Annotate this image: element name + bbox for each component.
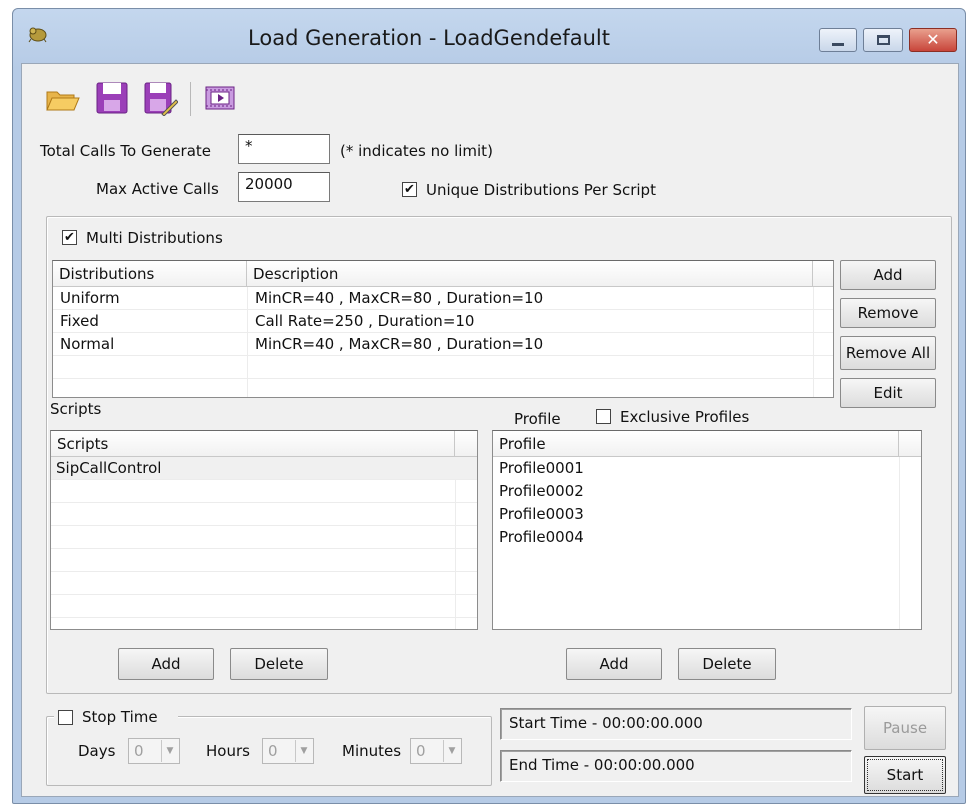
days-value: 0	[134, 742, 144, 760]
maximize-button[interactable]	[863, 28, 903, 52]
hours-value: 0	[268, 742, 278, 760]
close-icon: ✕	[926, 30, 940, 49]
stop-time-checkbox[interactable]	[58, 710, 73, 725]
distribution-description: Call Rate=250 , Duration=10	[255, 312, 475, 330]
table-row[interactable]: Profile0003	[493, 503, 921, 526]
profile-name: Profile0001	[499, 459, 584, 477]
add-profile-button[interactable]: Add	[566, 648, 662, 680]
title-bar[interactable]: Load Generation - LoadGendefault ✕	[13, 9, 965, 63]
chevron-down-icon: ▼	[443, 740, 460, 762]
minutes-value: 0	[416, 742, 426, 760]
exclusive-profiles-checkbox[interactable]	[596, 409, 611, 424]
table-row[interactable]: Uniform MinCR=40 , MaxCR=80 , Duration=1…	[53, 287, 833, 310]
checkmark-icon: ✔	[404, 182, 415, 197]
minutes-label: Minutes	[342, 742, 402, 760]
table-row	[51, 526, 477, 549]
start-time-display: Start Time - 00:00:00.000	[500, 708, 852, 740]
days-select[interactable]: 0 ▼	[128, 738, 180, 764]
distribution-description: MinCR=40 , MaxCR=80 , Duration=10	[255, 335, 544, 353]
column-description[interactable]: Description	[247, 261, 813, 287]
delete-script-button[interactable]: Delete	[230, 648, 328, 680]
save-as-icon[interactable]	[142, 80, 178, 116]
table-row[interactable]: Profile0002	[493, 480, 921, 503]
chevron-down-icon: ▼	[295, 740, 312, 762]
table-row[interactable]: Normal MinCR=40 , MaxCR=80 , Duration=10	[53, 333, 833, 356]
chevron-down-icon: ▼	[161, 740, 178, 762]
total-calls-label: Total Calls To Generate	[40, 142, 211, 160]
add-distribution-button[interactable]: Add	[840, 260, 936, 290]
open-folder-icon[interactable]	[44, 80, 80, 116]
stop-time-label: Stop Time	[82, 708, 158, 726]
total-calls-hint: (* indicates no limit)	[340, 142, 493, 160]
delete-profile-button[interactable]: Delete	[678, 648, 776, 680]
unique-distributions-checkbox[interactable]: ✔	[402, 182, 417, 197]
table-row[interactable]: Profile0001	[493, 457, 921, 480]
checkmark-icon: ✔	[64, 230, 75, 245]
scripts-list[interactable]: Scripts SipCallControl	[50, 430, 478, 630]
multi-distributions-checkbox[interactable]: ✔	[62, 230, 77, 245]
distribution-name: Uniform	[60, 289, 120, 307]
table-row[interactable]: SipCallControl	[51, 457, 477, 480]
save-icon[interactable]	[94, 80, 130, 116]
add-script-button[interactable]: Add	[118, 648, 214, 680]
end-time-display: End Time - 00:00:00.000	[500, 750, 852, 782]
table-row	[51, 572, 477, 595]
minimize-button[interactable]	[819, 28, 857, 52]
column-distributions[interactable]: Distributions	[53, 261, 247, 287]
total-calls-input[interactable]: *	[238, 134, 330, 164]
minimize-icon	[832, 42, 844, 46]
distribution-name: Fixed	[60, 312, 99, 330]
table-row[interactable]: Fixed Call Rate=250 , Duration=10	[53, 310, 833, 333]
profiles-list[interactable]: Profile Profile0001 Profile0002 Profile0…	[492, 430, 922, 630]
exclusive-profiles-label: Exclusive Profiles	[620, 408, 750, 426]
load-generation-window: Load Generation - LoadGendefault ✕ Total…	[12, 8, 966, 804]
pause-button[interactable]: Pause	[864, 706, 946, 750]
table-row	[51, 595, 477, 618]
remove-distribution-button[interactable]: Remove	[840, 298, 936, 328]
script-name: SipCallControl	[56, 459, 162, 477]
distributions-list[interactable]: Distributions Description Uniform MinCR=…	[52, 260, 834, 398]
distribution-description: MinCR=40 , MaxCR=80 , Duration=10	[255, 289, 544, 307]
play-video-icon[interactable]	[202, 80, 238, 116]
close-button[interactable]: ✕	[909, 28, 957, 52]
days-label: Days	[78, 742, 116, 760]
remove-all-distributions-button[interactable]: Remove All	[840, 336, 936, 370]
unique-distributions-label: Unique Distributions Per Script	[426, 181, 656, 199]
maximize-icon	[876, 35, 890, 45]
table-row	[51, 480, 477, 503]
multi-distributions-label: Multi Distributions	[86, 229, 223, 247]
table-row	[51, 503, 477, 526]
scripts-list-header: Scripts	[51, 431, 477, 457]
distribution-name: Normal	[60, 335, 115, 353]
profile-name: Profile0003	[499, 505, 584, 523]
edit-distribution-button[interactable]: Edit	[840, 378, 936, 408]
hours-label: Hours	[206, 742, 250, 760]
start-button[interactable]: Start	[864, 756, 946, 794]
profiles-list-header: Profile	[493, 431, 921, 457]
scripts-section-label: Scripts	[50, 400, 102, 418]
toolbar-separator	[190, 82, 191, 116]
table-row[interactable]: Profile0004	[493, 526, 921, 549]
distributions-list-header: Distributions Description	[53, 261, 833, 287]
profile-name: Profile0004	[499, 528, 584, 546]
profile-name: Profile0002	[499, 482, 584, 500]
table-row	[51, 549, 477, 572]
max-active-calls-input[interactable]: 20000	[238, 172, 330, 202]
dialog-body: Total Calls To Generate * (* indicates n…	[21, 63, 959, 797]
column-profile[interactable]: Profile	[493, 431, 899, 457]
hours-select[interactable]: 0 ▼	[262, 738, 314, 764]
minutes-select[interactable]: 0 ▼	[410, 738, 462, 764]
table-row	[53, 356, 833, 379]
profile-section-label: Profile	[514, 410, 561, 428]
column-scripts[interactable]: Scripts	[51, 431, 455, 457]
max-active-calls-label: Max Active Calls	[96, 180, 219, 198]
